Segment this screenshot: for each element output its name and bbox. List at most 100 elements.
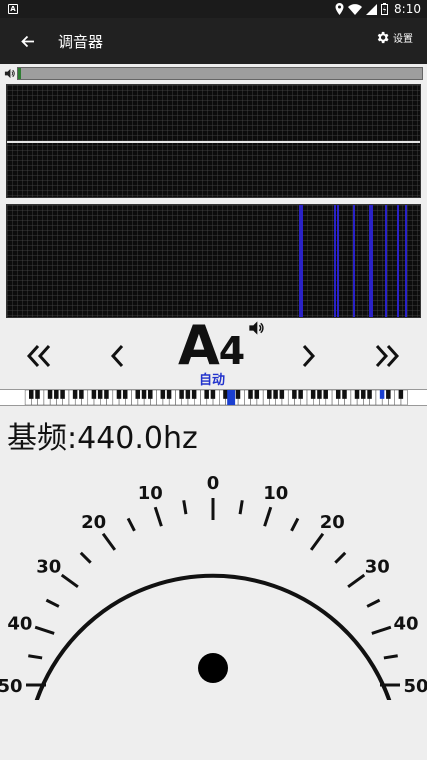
black-key[interactable] — [267, 390, 272, 399]
next-note-button[interactable] — [289, 336, 329, 376]
black-key[interactable] — [29, 390, 34, 399]
gauge-tick-label: 0 — [207, 473, 220, 494]
black-key[interactable] — [335, 390, 341, 399]
gauge-tick-label: 20 — [320, 512, 345, 533]
double-chevron-left-icon — [26, 344, 51, 368]
active-key-marker — [227, 390, 236, 405]
frequency-readout: 基频:440.0hz — [7, 421, 198, 456]
black-key[interactable] — [292, 390, 297, 399]
status-time: 8:10 — [394, 2, 421, 16]
black-key[interactable] — [135, 390, 141, 399]
gauge-tick-label: 40 — [394, 613, 419, 634]
black-key[interactable] — [60, 390, 65, 399]
gauge-tick — [290, 517, 300, 532]
black-key[interactable] — [310, 390, 316, 399]
wifi-icon — [348, 3, 363, 15]
black-key[interactable] — [273, 390, 278, 399]
black-key[interactable] — [317, 390, 322, 399]
gauge-tick-label: 10 — [263, 483, 288, 504]
speaker-icon[interactable] — [248, 320, 264, 336]
next-octave-button[interactable] — [367, 336, 407, 376]
black-key[interactable] — [47, 390, 53, 399]
black-key[interactable] — [323, 390, 328, 399]
black-key[interactable] — [54, 390, 59, 399]
notification-icon: A — [8, 4, 18, 14]
black-key[interactable] — [398, 390, 404, 399]
black-key[interactable] — [204, 390, 209, 399]
gauge-tick — [238, 500, 244, 515]
black-key[interactable] — [248, 390, 253, 399]
black-key[interactable] — [148, 390, 153, 399]
black-key[interactable] — [35, 390, 40, 399]
battery-icon — [381, 3, 389, 15]
settings-label: 设置 — [393, 34, 413, 45]
gauge-tick — [371, 625, 392, 635]
speaker-icon[interactable] — [4, 68, 15, 79]
black-key[interactable] — [179, 390, 184, 399]
prev-note-button[interactable] — [97, 336, 137, 376]
black-key[interactable] — [160, 390, 166, 399]
black-key[interactable] — [97, 390, 103, 399]
spectrum-peak — [385, 205, 387, 317]
black-key[interactable] — [254, 390, 260, 399]
black-key[interactable] — [91, 390, 97, 399]
gauge-tick — [347, 573, 366, 589]
black-key[interactable] — [235, 390, 241, 399]
waveform-display — [6, 84, 421, 198]
black-key[interactable] — [104, 390, 109, 399]
settings-button[interactable]: 设置 — [375, 30, 413, 45]
gauge-tick — [45, 598, 60, 608]
signal-icon — [366, 3, 378, 15]
black-key[interactable] — [185, 390, 191, 399]
black-key[interactable] — [122, 390, 128, 399]
black-key[interactable] — [342, 390, 347, 399]
black-key[interactable] — [367, 390, 372, 399]
black-key[interactable] — [116, 390, 122, 399]
prev-octave-button[interactable] — [19, 336, 59, 376]
black-key[interactable] — [361, 390, 366, 399]
black-key[interactable] — [166, 390, 172, 399]
status-bar: A 8:10 — [0, 0, 427, 18]
spectrum-peak — [334, 205, 336, 317]
gauge-tick — [126, 517, 136, 532]
gauge-tick — [28, 654, 43, 660]
gauge-tick — [383, 654, 398, 660]
input-level-row — [0, 64, 427, 84]
status-icons: 8:10 — [335, 0, 421, 18]
gauge-tick — [79, 551, 92, 564]
black-key[interactable] — [79, 390, 84, 399]
active-key[interactable] — [379, 390, 385, 399]
black-key[interactable] — [279, 390, 285, 399]
black-key[interactable] — [191, 390, 197, 399]
black-key[interactable] — [386, 390, 391, 399]
gauge-tick — [366, 598, 381, 608]
black-key[interactable] — [72, 390, 78, 399]
note-octave: 4 — [218, 329, 245, 373]
location-icon — [335, 3, 344, 15]
gauge-tick — [182, 500, 188, 515]
spectrum-peak — [337, 205, 339, 317]
app-bar: 调音器 设置 — [0, 18, 427, 64]
black-key[interactable] — [298, 390, 303, 399]
chevron-right-icon — [302, 344, 316, 368]
back-button[interactable] — [14, 28, 42, 54]
black-key[interactable] — [223, 390, 228, 399]
gauge-tick — [153, 506, 163, 527]
spectrum-display — [6, 204, 421, 318]
gauge-tick-label: 50 — [0, 676, 23, 697]
black-key[interactable] — [354, 390, 360, 399]
tuning-gauge: 50 40 30 20 10 0 10 20 30 40 50 — [0, 473, 427, 700]
black-key[interactable] — [210, 390, 216, 399]
piano-keyboard[interactable] — [0, 389, 427, 406]
auto-mode-button[interactable]: 自动 — [199, 369, 225, 388]
gauge-tick-label: 30 — [365, 557, 390, 578]
gauge-tick — [263, 506, 273, 527]
gauge-tick — [34, 625, 55, 635]
black-key[interactable] — [141, 390, 147, 399]
double-chevron-right-icon — [375, 344, 400, 368]
gauge-tick-label: 10 — [138, 483, 163, 504]
gauge-tick — [60, 573, 79, 589]
chevron-left-icon — [110, 344, 124, 368]
spectrum-peak — [405, 205, 407, 317]
gauge-tick — [334, 551, 347, 564]
